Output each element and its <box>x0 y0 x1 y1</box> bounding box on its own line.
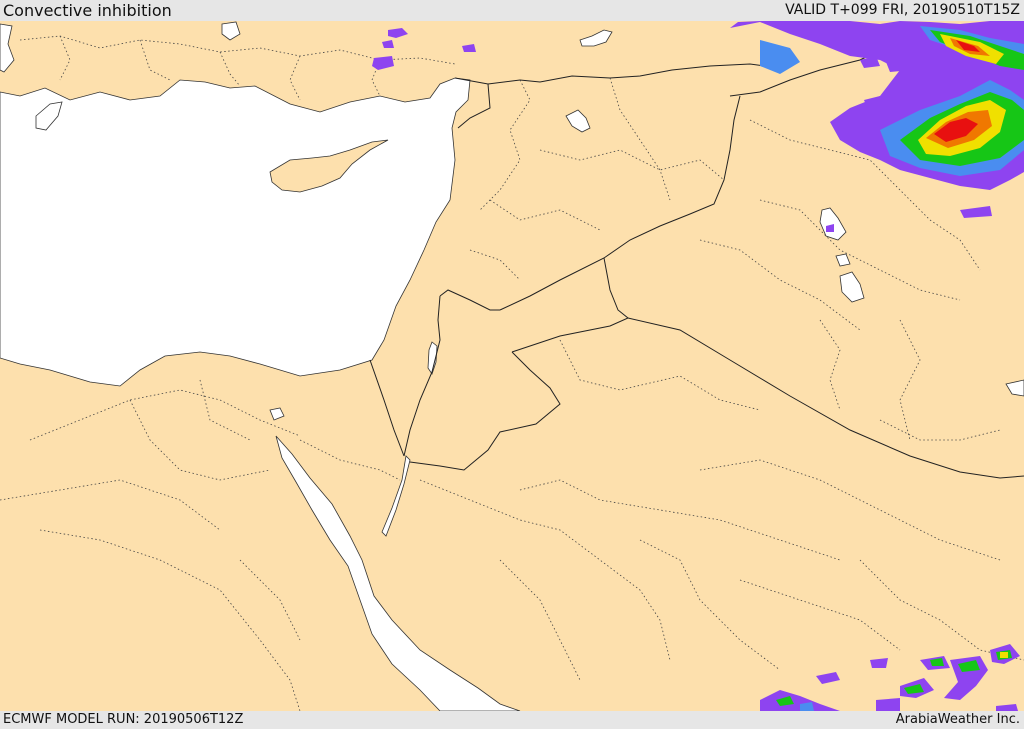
model-run-label: ECMWF MODEL RUN: 20190506T12Z <box>3 712 244 727</box>
header-bar: Convective inhibition VALID T+099 FRI, 2… <box>0 0 1024 21</box>
credit-label: ArabiaWeather Inc. <box>895 712 1020 727</box>
map-frame: Convective inhibition VALID T+099 FRI, 2… <box>0 0 1024 729</box>
valid-time-label: VALID T+099 FRI, 20190510T15Z <box>785 2 1020 18</box>
weather-map <box>0 21 1024 711</box>
map-title: Convective inhibition <box>3 1 172 20</box>
cin-yellow-se <box>1000 652 1008 658</box>
footer-bar: ECMWF MODEL RUN: 20190506T12Z ArabiaWeat… <box>0 711 1024 729</box>
